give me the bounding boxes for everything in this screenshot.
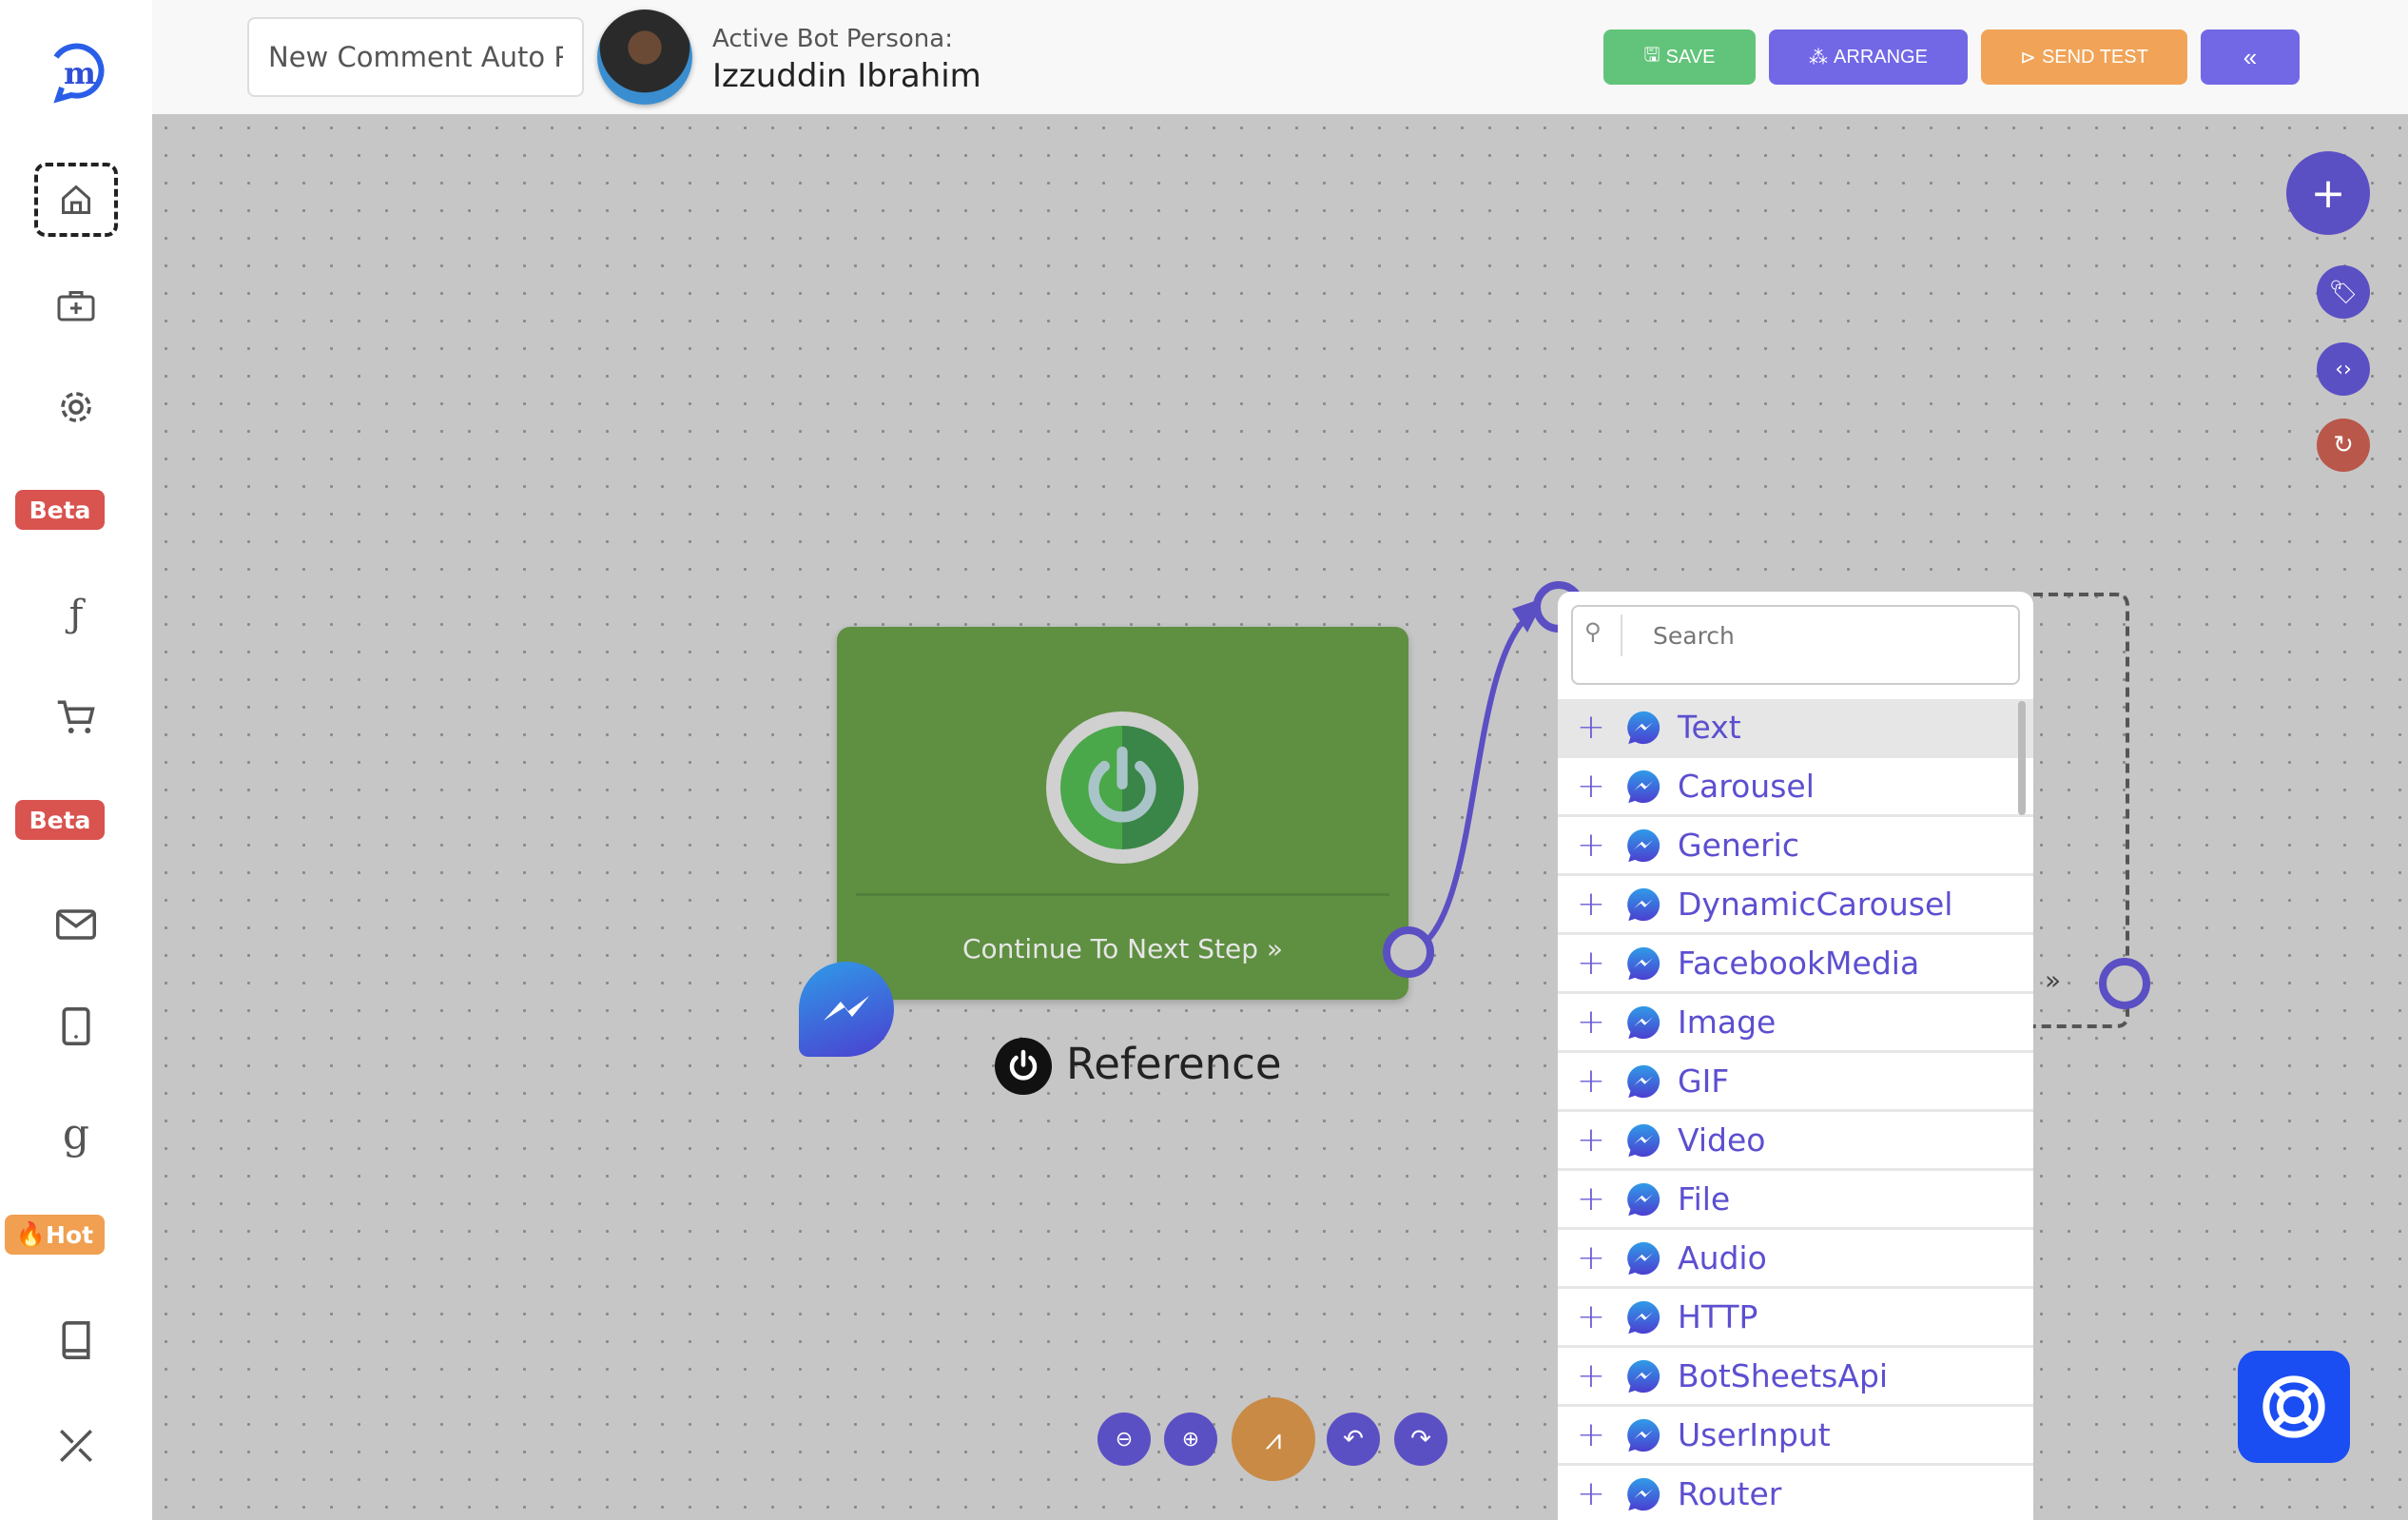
node-type-label: HTTP <box>1678 1298 1758 1335</box>
undo-icon: ↶ <box>1343 1425 1364 1453</box>
node-picker-panel: ⚲ + Text + Carousel + Generic + DynamicCarousel… <box>1558 592 2033 1520</box>
plus-icon: + <box>1576 826 1606 865</box>
dangling-port[interactable] <box>2099 958 2150 1009</box>
start-node[interactable]: Continue To Next Step » <box>837 627 1408 1000</box>
node-type-item[interactable]: + Router <box>1558 1466 2033 1520</box>
tag-icon: 🏷 <box>2328 279 2359 305</box>
messenger-icon <box>1627 711 1660 744</box>
messenger-icon <box>1627 1418 1660 1452</box>
plus-icon: + <box>1576 1415 1606 1454</box>
node-type-label: Video <box>1678 1121 1766 1159</box>
node-type-label: GIF <box>1678 1062 1730 1100</box>
reset-button[interactable]: ↻ <box>2317 419 2370 472</box>
node-type-item[interactable]: + GIF <box>1558 1053 2033 1112</box>
add-node-button[interactable]: + <box>2286 151 2370 235</box>
node-type-label: BotSheetsApi <box>1678 1357 1889 1394</box>
search-input[interactable] <box>1621 614 2001 656</box>
node-type-label: Image <box>1678 1004 1777 1041</box>
messenger-icon <box>1627 828 1660 862</box>
chevron-double-right-icon: » <box>1266 933 1284 965</box>
messenger-icon <box>1627 1359 1660 1393</box>
node-type-label: Generic <box>1678 827 1799 864</box>
plus-icon: + <box>1576 1297 1606 1336</box>
zoom-in-button[interactable]: ⊕ <box>1164 1413 1217 1466</box>
messenger-icon <box>1627 1477 1660 1510</box>
redo-icon: ↷ <box>1410 1425 1431 1453</box>
plus-icon: + <box>1576 708 1606 747</box>
tags-button[interactable]: 🏷 <box>2317 265 2370 319</box>
refresh-icon: ↻ <box>2333 431 2354 459</box>
node-type-item[interactable]: + Video <box>1558 1112 2033 1171</box>
zoom-in-icon: ⊕ <box>1181 1427 1200 1452</box>
messenger-icon <box>1627 1123 1660 1157</box>
node-type-item[interactable]: + Text <box>1558 699 2033 758</box>
messenger-icon <box>1627 770 1660 803</box>
lifebuoy-icon <box>2262 1375 2325 1438</box>
power-small-icon <box>995 1038 1052 1095</box>
plus-icon: + <box>1576 1179 1606 1218</box>
plus-icon: + <box>1576 1238 1606 1277</box>
output-port[interactable] <box>1383 926 1434 978</box>
reference-label: Reference <box>1066 1039 1282 1089</box>
connector-line <box>1408 611 1533 955</box>
fit-view-button[interactable]: ⩘ <box>1232 1397 1315 1481</box>
plus-icon: + <box>1576 885 1606 924</box>
messenger-icon <box>1627 887 1660 921</box>
messenger-icon <box>1627 1005 1660 1039</box>
messenger-icon <box>1627 1300 1660 1334</box>
zoom-out-button[interactable]: ⊖ <box>1097 1413 1151 1466</box>
plus-icon: + <box>1576 944 1606 983</box>
node-type-label: FacebookMedia <box>1678 945 1920 982</box>
code-button[interactable]: ‹› <box>2317 342 2370 396</box>
node-type-item[interactable]: + UserInput <box>1558 1407 2033 1466</box>
node-type-item[interactable]: + HTTP <box>1558 1289 2033 1348</box>
scrollbar[interactable] <box>2018 701 2026 815</box>
node-type-item[interactable]: + Generic <box>1558 817 2033 876</box>
node-type-item[interactable]: + DynamicCarousel <box>1558 876 2033 935</box>
continue-next-step[interactable]: Continue To Next Step » <box>837 933 1408 965</box>
node-type-item[interactable]: + Audio <box>1558 1230 2033 1289</box>
undo-button[interactable]: ↶ <box>1327 1413 1380 1466</box>
node-type-item[interactable]: + BotSheetsApi <box>1558 1348 2033 1407</box>
zoom-out-icon: ⊖ <box>1115 1427 1134 1452</box>
messenger-icon <box>1627 1064 1660 1098</box>
chart-search-icon: ⩘ <box>1265 1422 1282 1456</box>
node-type-label: Text <box>1678 709 1741 746</box>
node-type-label: Audio <box>1678 1239 1767 1276</box>
node-type-list: + Text + Carousel + Generic + DynamicCarousel + F… <box>1558 699 2033 1520</box>
messenger-icon <box>1627 1182 1660 1216</box>
messenger-icon <box>1627 1241 1660 1275</box>
node-type-label: File <box>1678 1180 1731 1218</box>
power-icon <box>1046 711 1198 864</box>
search-icon: ⚲ <box>1584 618 1602 645</box>
plus-icon: + <box>1576 1062 1606 1101</box>
code-icon: ‹› <box>2335 357 2352 381</box>
search-box[interactable]: ⚲ <box>1571 605 2020 685</box>
node-type-label: Router <box>1678 1475 1782 1512</box>
plus-icon: + <box>2310 168 2346 218</box>
node-type-item[interactable]: + FacebookMedia <box>1558 935 2033 994</box>
node-type-label: DynamicCarousel <box>1678 886 1953 923</box>
plus-icon: + <box>1576 1474 1606 1513</box>
node-type-item[interactable]: + Carousel <box>1558 758 2033 817</box>
node-type-item[interactable]: + File <box>1558 1171 2033 1230</box>
plus-icon: + <box>1576 767 1606 806</box>
chevron-double-right-icon: » <box>2045 965 2062 996</box>
messenger-icon <box>799 962 894 1057</box>
plus-icon: + <box>1576 1121 1606 1159</box>
node-type-label: Carousel <box>1678 768 1815 805</box>
node-type-label: UserInput <box>1678 1416 1831 1453</box>
plus-icon: + <box>1576 1356 1606 1395</box>
node-type-item[interactable]: + Image <box>1558 994 2033 1053</box>
plus-icon: + <box>1576 1003 1606 1042</box>
redo-button[interactable]: ↷ <box>1394 1413 1447 1466</box>
messenger-icon <box>1627 946 1660 980</box>
help-button[interactable] <box>2238 1351 2350 1463</box>
node-divider <box>856 893 1389 896</box>
